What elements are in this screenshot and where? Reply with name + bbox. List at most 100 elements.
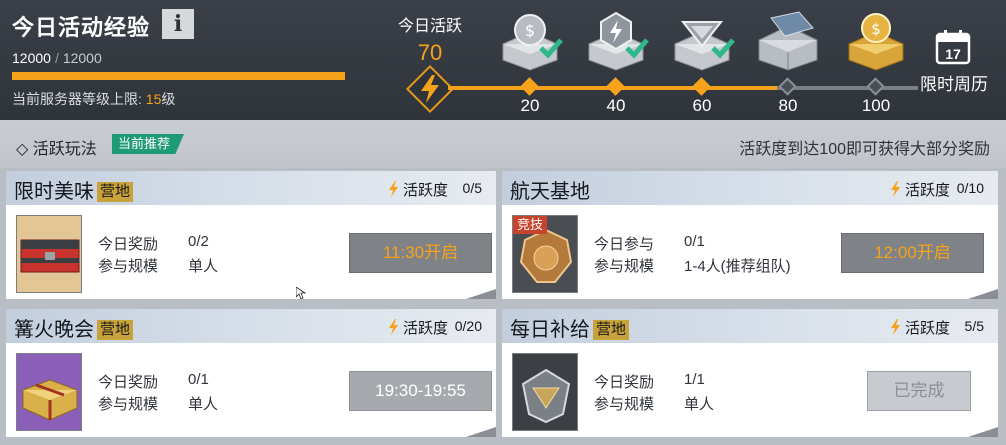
weekly-calendar-button[interactable]: 限时周历	[912, 70, 996, 95]
card-corner	[466, 289, 496, 299]
info-icon[interactable]: i	[162, 9, 194, 39]
milestone-100[interactable]: $ 100	[831, 0, 921, 120]
lightning-icon	[388, 181, 398, 197]
card-corner	[968, 427, 998, 437]
completed-button[interactable]: 已完成	[867, 371, 971, 411]
scale-value: 单人	[188, 258, 219, 275]
participation-label: 今日参与	[594, 236, 655, 253]
camp-tag: 营地	[593, 320, 630, 340]
scale-label: 参与规模	[594, 258, 655, 275]
card-corner	[466, 427, 496, 437]
activity-card-daily-supply[interactable]: 每日补给 营地 活跃度 5/5 今日奖励 1/1 参与规模 单人 已完成	[502, 309, 998, 437]
open-time-button[interactable]: 11:30开启	[349, 233, 492, 273]
milestone-points: 20	[520, 96, 540, 115]
milestone-60[interactable]: 60	[657, 0, 747, 120]
steel-crate-icon	[758, 11, 818, 71]
svg-text:$: $	[871, 20, 881, 38]
scale-value: 单人	[684, 396, 715, 413]
card-activity-count: 0/10	[956, 180, 984, 196]
card-thumbnail	[16, 353, 82, 431]
scale-label: 参与规模	[98, 258, 159, 275]
card-corner	[968, 289, 998, 299]
card-activity-count: 0/20	[454, 318, 482, 334]
activity-label: 今日活跃	[397, 18, 462, 35]
silver-emblem-chest-icon	[674, 21, 735, 71]
server-level-cap: 当前服务器等级上限: 15级	[12, 89, 175, 109]
server-level-value: 15	[145, 91, 162, 107]
supply-emblem-icon	[521, 368, 571, 424]
card-name: 限时美味	[14, 181, 94, 203]
card-name: 篝火晚会	[14, 319, 94, 341]
exp-max: 12000	[62, 50, 102, 66]
gold-chest-icon: $	[848, 13, 904, 71]
card-name: 每日补给	[510, 319, 590, 341]
compete-tag: 竞技	[513, 216, 548, 234]
activity-card-bonfire[interactable]: 篝火晚会 营地 活跃度 0/20 今日奖励 0/1 参与规模 单人 19:30-1…	[6, 309, 496, 437]
card-activity-label: 活跃度	[890, 179, 950, 200]
gold-gift-box-icon	[22, 379, 78, 421]
section-title: ◇ 活跃玩法	[16, 141, 97, 158]
card-thumbnail	[512, 353, 578, 431]
camp-tag: 营地	[97, 182, 134, 202]
scale-value: 1-4人(推荐组队)	[684, 258, 791, 275]
milestone-dot	[606, 77, 625, 96]
milestone-dot	[692, 77, 711, 96]
milestone-points: 40	[606, 96, 626, 115]
reward-label: 今日奖励	[98, 374, 159, 391]
calendar-icon[interactable]: 17	[934, 28, 972, 66]
open-time-button[interactable]: 12:00开启	[841, 233, 984, 273]
milestone-20[interactable]: $ 20	[485, 0, 575, 120]
page-title: 今日活动经验	[12, 15, 151, 40]
scale-value: 单人	[188, 396, 219, 413]
card-activity-label: 活跃度	[388, 317, 448, 338]
card-name: 航天基地	[510, 181, 590, 203]
exp-current: 12000	[12, 50, 51, 66]
milestone-40[interactable]: 40	[571, 0, 661, 120]
server-level-suffix: 级	[161, 91, 176, 107]
milestone-dot	[778, 77, 797, 96]
exp-separator: /	[54, 50, 59, 66]
section-hint: 活跃度到达100即可获得大部分奖励	[739, 141, 990, 158]
card-activity-label: 活跃度	[890, 317, 950, 338]
reward-label: 今日奖励	[98, 236, 159, 253]
mouse-cursor-icon	[296, 287, 306, 299]
card-title: 航天基地	[510, 175, 590, 204]
milestone-80[interactable]: 80	[743, 0, 833, 120]
milestone-dot	[520, 77, 539, 96]
card-title: 每日补给 营地	[510, 313, 630, 342]
participation-value: 0/1	[684, 233, 705, 250]
lightning-icon	[890, 319, 900, 335]
card-activity-count: 0/5	[462, 180, 482, 196]
lightning-icon	[890, 181, 900, 197]
card-thumbnail	[16, 215, 82, 293]
reward-value: 1/1	[684, 371, 705, 388]
milestone-points: 100	[861, 96, 891, 115]
svg-text:$: $	[525, 21, 535, 40]
scale-label: 参与规模	[594, 396, 655, 413]
card-title: 限时美味 营地	[14, 175, 134, 204]
red-supply-crate-icon	[20, 239, 80, 273]
server-level-prefix: 当前服务器等级上限:	[12, 91, 146, 107]
reward-value: 0/2	[188, 233, 209, 250]
lightning-icon	[421, 75, 439, 103]
silver-bolt-chest-icon	[588, 11, 649, 71]
scale-label: 参与规模	[98, 396, 159, 413]
card-title: 篝火晚会 营地	[14, 313, 134, 342]
milestone-points: 60	[692, 96, 712, 115]
recommend-tag: 当前推荐	[112, 134, 185, 154]
exp-values: 12000/12000	[12, 50, 102, 66]
exp-progress-fill	[12, 72, 345, 80]
activity-header: 今日活动经验 i 12000/12000 当前服务器等级上限: 15级 今日活跃…	[0, 0, 1006, 120]
milestone-points: 80	[778, 96, 798, 115]
reward-value: 0/1	[188, 371, 209, 388]
camp-tag: 营地	[97, 320, 134, 340]
activity-value: 70	[417, 40, 443, 65]
time-window-button[interactable]: 19:30-19:55	[349, 371, 492, 411]
activity-card-space-base[interactable]: 航天基地 活跃度 0/10 竞技 今日参与 0/1 参与规模 1-4人(推荐组队…	[502, 171, 998, 299]
card-activity-count: 5/5	[964, 318, 984, 334]
card-thumbnail: 竞技	[512, 215, 578, 293]
calendar-day: 17	[945, 46, 961, 62]
reward-label: 今日奖励	[594, 374, 655, 391]
lightning-icon	[388, 319, 398, 335]
activity-card-limited-food[interactable]: 限时美味 营地 活跃度 0/5 今日奖励 0/2 参与规模 单人 11:30开启	[6, 171, 496, 299]
